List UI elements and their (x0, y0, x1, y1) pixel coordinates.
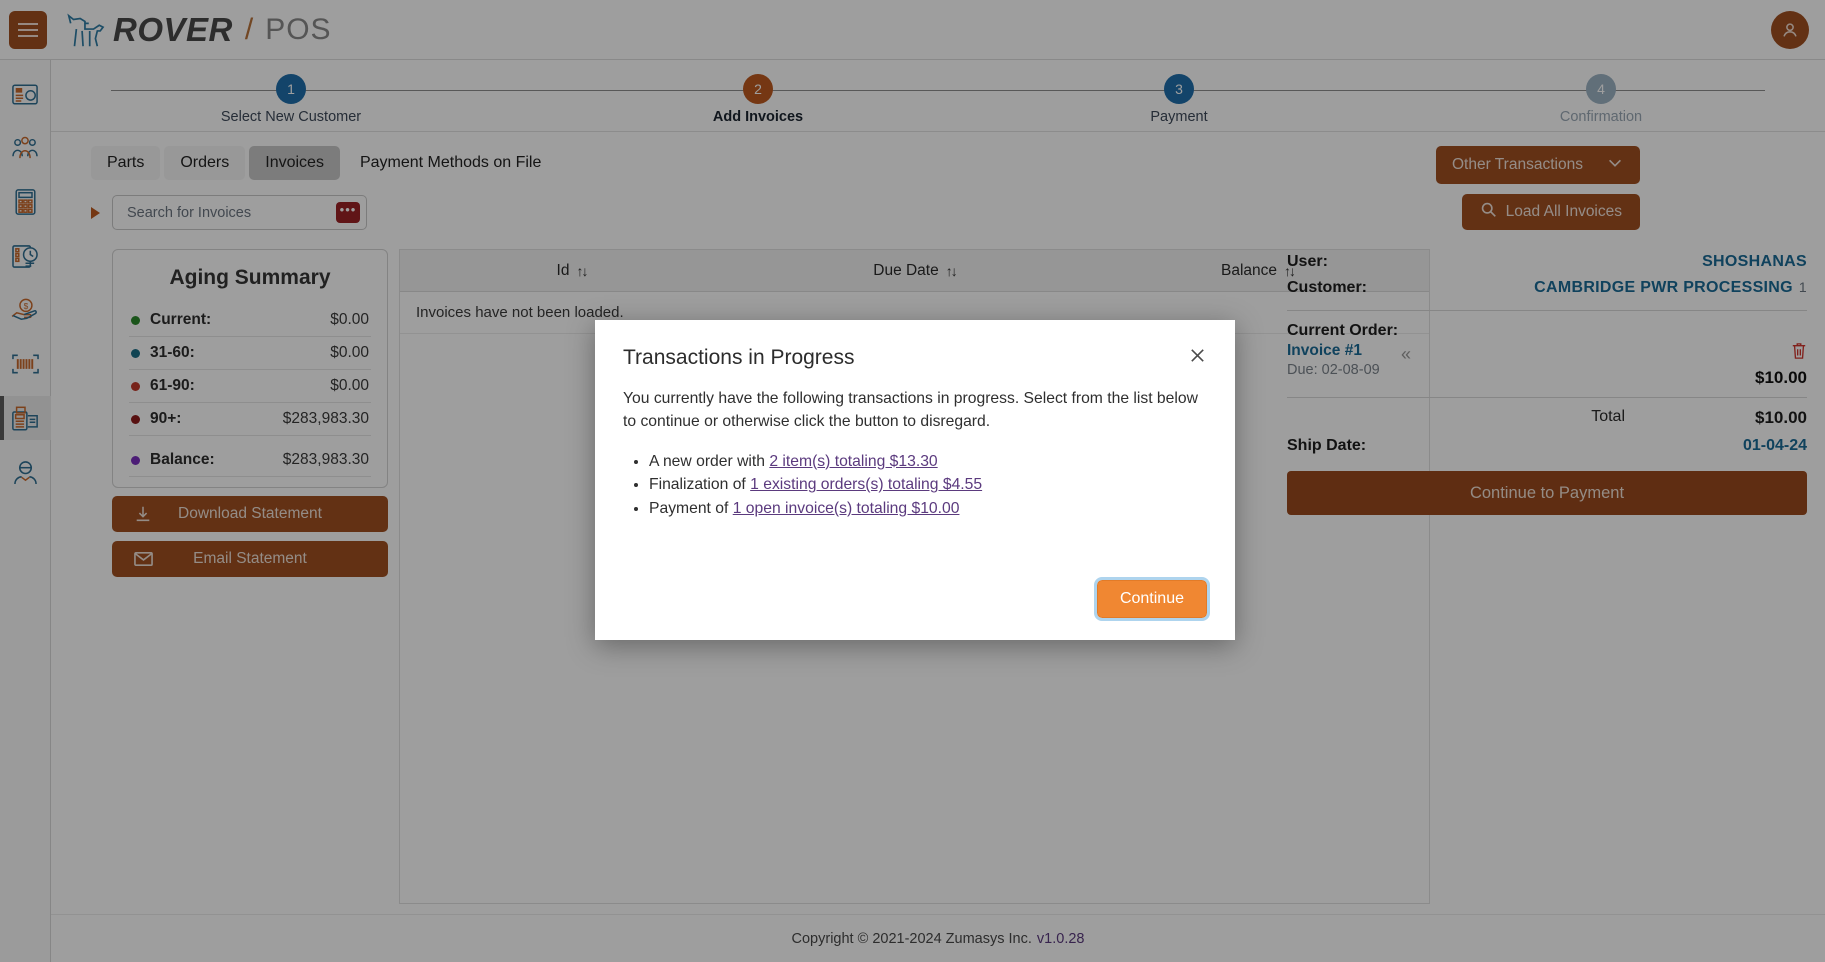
transaction-link-new-order[interactable]: 2 item(s) totaling $13.30 (769, 453, 937, 470)
dialog-body: You currently have the following transac… (595, 370, 1235, 520)
transaction-item-new-order: A new order with 2 item(s) totaling $13.… (649, 450, 1207, 474)
transaction-prefix: Payment of (649, 499, 733, 517)
dialog-footer: Continue (1093, 577, 1211, 621)
transaction-link-payment[interactable]: 1 open invoice(s) totaling $10.00 (733, 500, 960, 517)
transaction-item-payment: Payment of 1 open invoice(s) totaling $1… (649, 497, 1207, 521)
dialog-header: Transactions in Progress (595, 320, 1235, 370)
transaction-prefix: A new order with (649, 452, 770, 470)
dialog-paragraph: You currently have the following transac… (623, 390, 1198, 430)
close-icon[interactable] (1188, 346, 1207, 369)
transactions-list: A new order with 2 item(s) totaling $13.… (627, 450, 1207, 521)
transaction-link-finalization[interactable]: 1 existing orders(s) totaling $4.55 (750, 476, 982, 493)
continue-button[interactable]: Continue (1093, 577, 1211, 621)
dialog-title: Transactions in Progress (623, 346, 855, 369)
transaction-prefix: Finalization of (649, 476, 751, 494)
transactions-in-progress-dialog: Transactions in Progress You currently h… (595, 320, 1235, 640)
transaction-item-finalization: Finalization of 1 existing orders(s) tot… (649, 473, 1207, 497)
